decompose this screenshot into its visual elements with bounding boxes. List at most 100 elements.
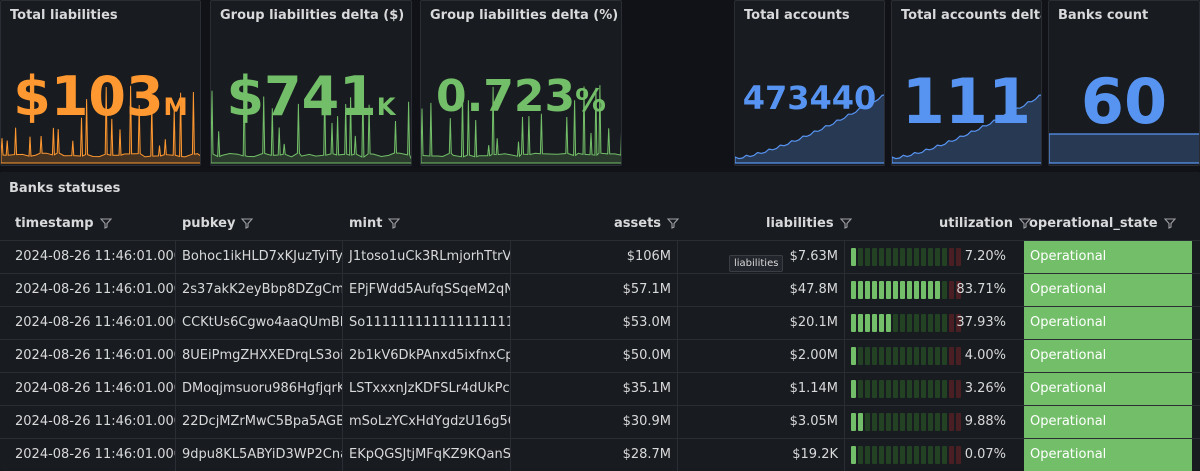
gauge-segment <box>893 446 898 464</box>
table-row[interactable]: 2024-08-26 11:46:01.000 CCKtUs6Cgwo4aaQUm… <box>0 306 1200 339</box>
timestamp-cell: 2024-08-26 11:46:01.000 <box>0 241 176 273</box>
column-header-assets[interactable]: assets <box>614 206 680 240</box>
gauge-segment <box>893 380 898 398</box>
panel-title: Total accounts <box>744 8 850 23</box>
gauge-segment <box>872 281 877 299</box>
gauge-segment <box>886 413 891 431</box>
gauge-segment <box>865 248 870 266</box>
gauge-segment <box>921 446 926 464</box>
gauge-segment <box>865 380 870 398</box>
total-accounts-delta-panel[interactable]: Total accounts delta 111 <box>891 0 1042 166</box>
operational-state-cell: Operational <box>1024 406 1192 438</box>
panel-title: Total liabilities <box>10 8 118 23</box>
sparkline-path <box>1049 133 1199 164</box>
gauge-segment <box>851 380 856 398</box>
filter-icon[interactable] <box>388 217 401 229</box>
group-delta-pct-panel[interactable]: Group liabilities delta (%) 0.723% <box>420 0 622 166</box>
table-row[interactable]: 2024-08-26 11:46:01.000 2s37akK2eyBbp8DZg… <box>0 273 1200 306</box>
total-accounts-value: 473440 <box>742 79 877 117</box>
operational-state-cell: Operational <box>1024 307 1192 339</box>
gauge-segment <box>872 347 877 365</box>
table-row[interactable]: 2024-08-26 11:46:01.000 22DcjMZrMwC5Bpa5A… <box>0 405 1200 438</box>
gauge-segment <box>886 281 891 299</box>
column-header-mint[interactable]: mint <box>349 206 401 240</box>
column-header-timestamp[interactable]: timestamp <box>15 206 112 240</box>
gauge-segment <box>907 314 912 332</box>
column-header-liabilities[interactable]: liabilities <box>766 206 852 240</box>
pubkey-cell: 2s37akK2eyBbp8DZgCm7RtsaE <box>176 274 343 306</box>
utilization-cell: 37.93% <box>956 315 1006 330</box>
gauge-segment <box>886 248 891 266</box>
gauge-segment <box>851 314 856 332</box>
mint-cell: LSTxxxnJzKDFSLr4dUkPcmC <box>343 373 511 405</box>
table-row[interactable]: 2024-08-26 11:46:01.000 9dpu8KL5ABYiD3WP2… <box>0 438 1200 471</box>
liabilities-cell: $47.8M <box>678 274 845 306</box>
gauge-segment <box>858 413 863 431</box>
gauge-segment <box>865 347 870 365</box>
panel-title: Banks statuses <box>9 181 121 196</box>
filter-icon[interactable] <box>241 217 254 229</box>
gauge-segment <box>879 248 884 266</box>
mint-cell: J1toso1uCk3RLmjorhTtrVwY9H <box>343 241 511 273</box>
table-row[interactable]: 2024-08-26 11:46:01.000 Bohoc1ikHLD7xKJuz… <box>0 240 1200 273</box>
filter-icon[interactable] <box>1163 217 1176 229</box>
gauge-segment <box>900 314 905 332</box>
gauge-segment <box>907 347 912 365</box>
assets-cell: $50.0M <box>511 340 678 372</box>
table-row[interactable]: 2024-08-26 11:46:01.000 DMoqjmsuoru986Hgf… <box>0 372 1200 405</box>
filter-icon[interactable] <box>839 217 852 229</box>
utilization-cell: 7.20% <box>964 249 1006 264</box>
gauge-segment <box>921 314 926 332</box>
pubkey-cell: DMoqjmsuoru986HgfjqrKEvPv <box>176 373 343 405</box>
gauge-segment <box>921 281 926 299</box>
gauge-segment <box>893 281 898 299</box>
gauge-segment <box>851 248 856 266</box>
gauge-segment <box>872 248 877 266</box>
panel-title: Total accounts delta <box>901 8 1042 23</box>
gauge-segment <box>872 380 877 398</box>
gauge-segment <box>858 347 863 365</box>
assets-cell: $30.9M <box>511 406 678 438</box>
gauge-segment <box>921 413 926 431</box>
column-header-operational-state[interactable]: operational_state <box>1029 206 1176 240</box>
mint-cell: EKpQGSJtjMFqKZ9KQanSqYX <box>343 439 511 471</box>
banks-count-value: 60 <box>1080 65 1168 138</box>
assets-cell: $35.1M <box>511 373 678 405</box>
table-row[interactable]: 2024-08-26 11:46:01.000 8UEiPmgZHXXEDrqLS… <box>0 339 1200 372</box>
utilization-cell: 83.71% <box>956 282 1006 297</box>
gauge-segment <box>879 314 884 332</box>
mint-cell: So11111111111111111111111111 <box>343 307 511 339</box>
gauge-segment <box>914 413 919 431</box>
gauge-segment <box>858 380 863 398</box>
gauge-segment <box>886 314 891 332</box>
gauge-segment <box>914 380 919 398</box>
gauge-segment <box>851 446 856 464</box>
total-liabilities-panel[interactable]: Total liabilities $103M <box>0 0 201 166</box>
gauge-segment <box>851 281 856 299</box>
gauge-segment <box>900 248 905 266</box>
liabilities-cell: $2.00M <box>678 340 845 372</box>
gauge-segment <box>900 347 905 365</box>
filter-icon[interactable] <box>99 217 112 229</box>
filter-icon[interactable] <box>667 217 680 229</box>
panel-title: Group liabilities delta ($) <box>220 8 405 23</box>
gauge-segment <box>879 380 884 398</box>
group-delta-usd-panel[interactable]: Group liabilities delta ($) $741K <box>210 0 412 166</box>
gauge-segment <box>928 347 933 365</box>
liabilities-cell: $1.14M <box>678 373 845 405</box>
gauge-segment <box>893 413 898 431</box>
operational-state-cell: Operational <box>1024 373 1192 405</box>
utilization-cell: 9.88% <box>964 414 1006 429</box>
gauge-segment <box>886 380 891 398</box>
liabilities-cell: $20.1M <box>678 307 845 339</box>
column-header-utilization[interactable]: utilization <box>939 206 1032 240</box>
pubkey-cell: CCKtUs6Cgwo4aaQUmBPmyoAp <box>176 307 343 339</box>
gauge-segment <box>851 413 856 431</box>
mint-cell: mSoLzYCxHdYgdzU16g5QSh3i <box>343 406 511 438</box>
banks-count-panel[interactable]: Banks count 60 <box>1048 0 1200 166</box>
gauge-segment <box>865 413 870 431</box>
total-accounts-panel[interactable]: Total accounts 473440 <box>734 0 885 166</box>
assets-cell: $57.1M <box>511 274 678 306</box>
timestamp-cell: 2024-08-26 11:46:01.000 <box>0 274 176 306</box>
column-header-pubkey[interactable]: pubkey <box>182 206 254 240</box>
